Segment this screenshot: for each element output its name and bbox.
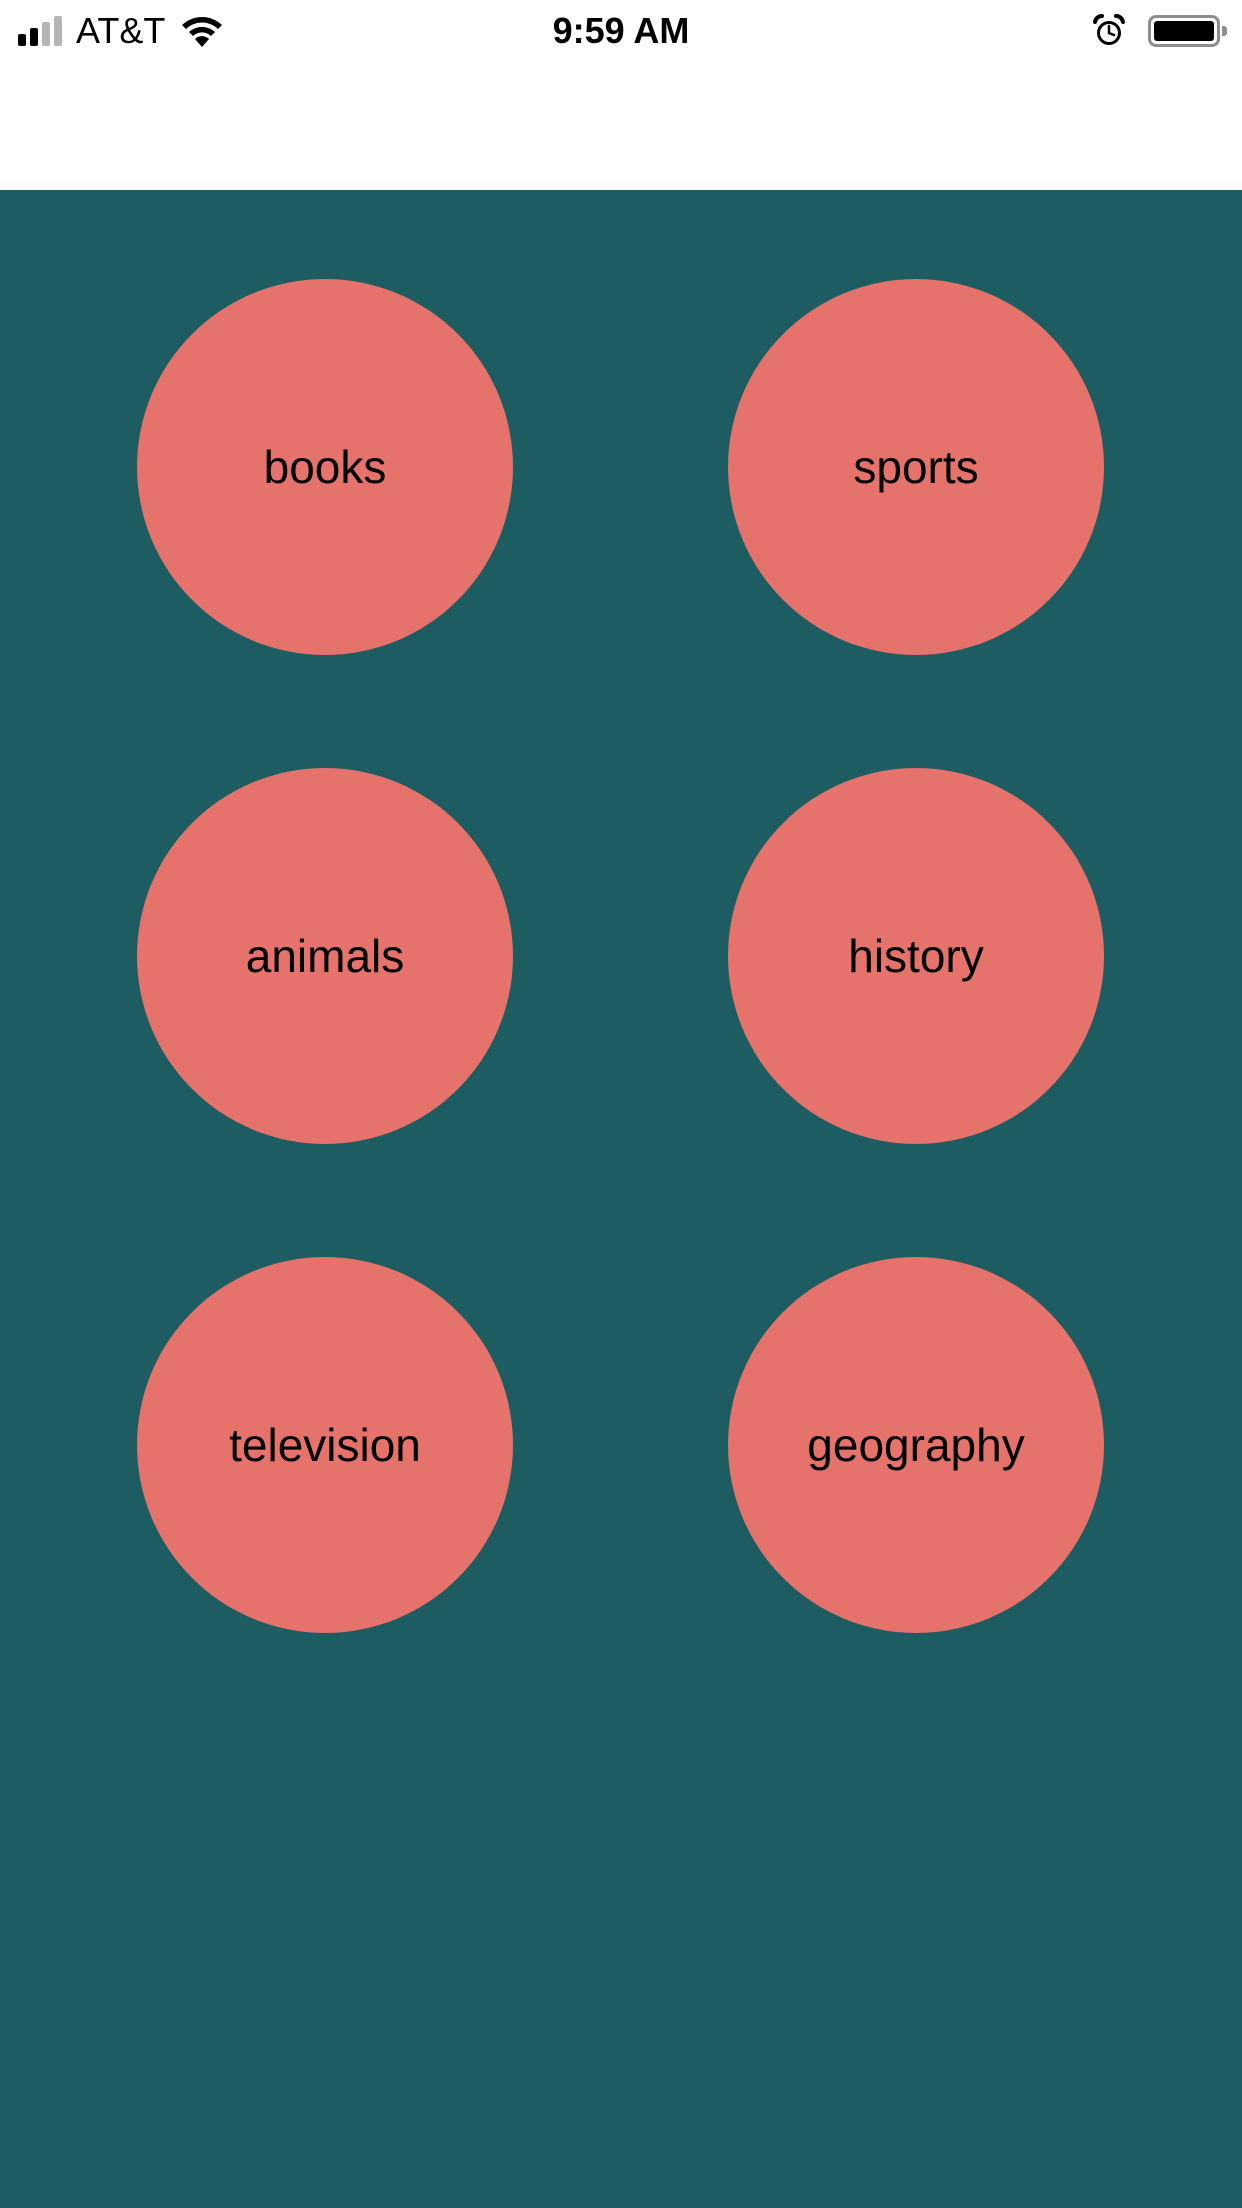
battery-cap [1222,26,1227,36]
category-label: history [848,930,984,982]
category-label: television [229,1419,421,1471]
category-button-books[interactable]: books [137,279,513,655]
category-button-history[interactable]: history [728,768,1104,1144]
battery-icon [1148,15,1227,47]
category-button-animals[interactable]: animals [137,768,513,1144]
category-button-television[interactable]: television [137,1257,513,1633]
status-time: 9:59 AM [552,10,690,51]
category-button-geography[interactable]: geography [728,1257,1104,1633]
category-label: animals [245,930,405,982]
status-right [1092,10,1228,52]
category-label: sports [853,441,979,493]
category-button-sports[interactable]: sports [728,279,1104,655]
navigation-bar [0,62,1242,190]
alarm-clock-icon [1093,14,1125,45]
category-label: books [263,441,387,493]
category-label: geography [807,1419,1025,1471]
battery-fill [1154,21,1214,41]
status-bar: AT&T 9:59 AM [0,0,1242,62]
category-grid: books sports animals history television … [0,190,1242,2208]
